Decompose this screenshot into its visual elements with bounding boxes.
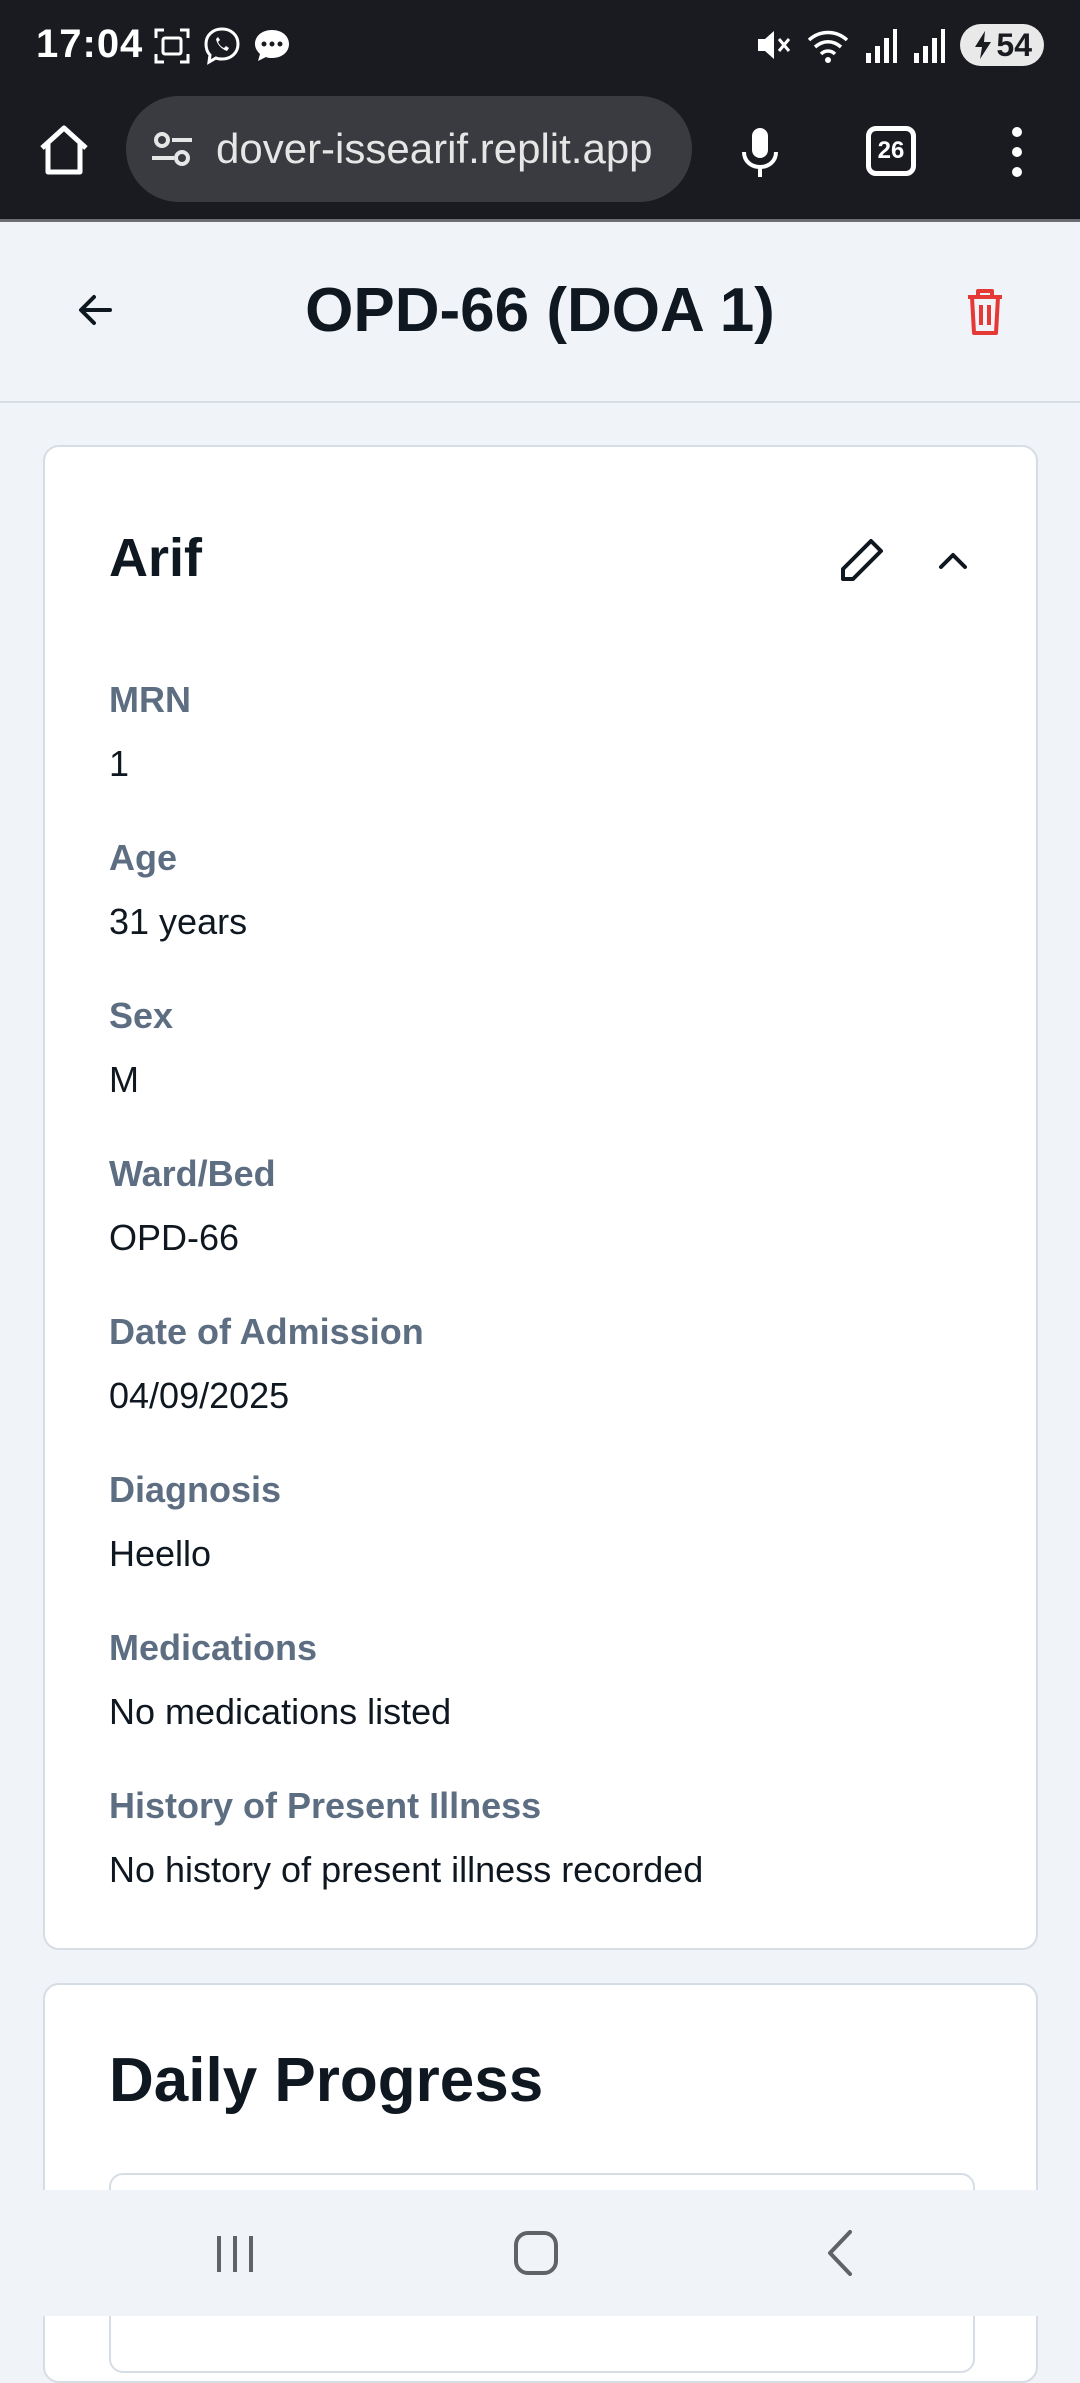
field-label: History of Present Illness [109, 1785, 542, 1826]
signal-icon [866, 29, 898, 63]
url-text: dover-issearif.replit.app [216, 125, 653, 172]
field-value: Heello [109, 1533, 212, 1574]
battery-level: 54 [996, 26, 1032, 63]
back-nav-button[interactable] [810, 2228, 870, 2278]
field-value: M [109, 1059, 139, 1100]
more-vert-icon [1012, 127, 1022, 177]
browser-menu-button[interactable] [1000, 122, 1034, 182]
gallery-notification-icon [152, 26, 192, 66]
address-bar[interactable]: dover-issearif.replit.app [126, 96, 692, 202]
field-label: Ward/Bed [109, 1153, 276, 1194]
charging-bolt-icon [975, 31, 992, 59]
home-nav-icon [514, 2231, 558, 2275]
page-title: OPD-66 (DOA 1) [305, 276, 775, 345]
daily-progress-title: Daily Progress [109, 2046, 544, 2115]
field-value: 31 years [109, 901, 248, 942]
edit-patient-button[interactable] [835, 535, 887, 587]
status-bar: 17:04 54 [0, 0, 1080, 92]
wifi-icon [808, 30, 849, 63]
field-mrn: MRN 1 [109, 679, 191, 785]
back-nav-icon [828, 2230, 852, 2276]
field-value: No history of present illness recorded [109, 1849, 704, 1890]
home-nav-button[interactable] [506, 2228, 566, 2278]
field-medications: Medications No medications listed [109, 1627, 451, 1733]
field-label: MRN [109, 679, 191, 720]
system-status-icons: 54 [754, 24, 1044, 66]
signal-icon-2 [914, 29, 946, 63]
voice-search-button[interactable] [730, 122, 790, 182]
site-settings-icon[interactable] [148, 124, 198, 174]
field-label: Age [109, 837, 178, 878]
field-ward-bed: Ward/Bed OPD-66 [109, 1153, 276, 1259]
field-history-of-present-illness: History of Present Illness No history of… [109, 1785, 703, 1891]
field-value: OPD-66 [109, 1217, 240, 1258]
field-label: Diagnosis [109, 1469, 282, 1510]
battery-indicator: 54 [960, 24, 1044, 66]
chevron-up-icon [939, 553, 967, 569]
status-time: 17:04 [36, 22, 144, 66]
field-value: No medications listed [109, 1691, 452, 1732]
mute-icon [758, 31, 791, 59]
system-nav-bar [0, 2190, 1080, 2316]
trash-icon [968, 289, 1002, 335]
field-value: 04/09/2025 [109, 1375, 290, 1416]
patient-name: Arif [109, 528, 202, 588]
collapse-button[interactable] [931, 539, 975, 583]
daily-progress-card: Daily Progress [43, 1983, 1038, 2383]
field-value: 1 [109, 743, 130, 784]
field-label: Medications [109, 1627, 318, 1668]
tab-switcher-button[interactable]: 26 [866, 126, 916, 176]
recent-apps-button[interactable] [205, 2228, 265, 2278]
field-diagnosis: Diagnosis Heello [109, 1469, 281, 1575]
pencil-icon [841, 539, 883, 581]
field-age: Age 31 years [109, 837, 247, 943]
viber-notification-icon [202, 26, 242, 66]
field-label: Date of Admission [109, 1311, 424, 1352]
field-date-of-admission: Date of Admission 04/09/2025 [109, 1311, 424, 1417]
browser-home-button[interactable] [34, 120, 94, 180]
microphone-icon [742, 128, 778, 177]
field-sex: Sex M [109, 995, 173, 1101]
delete-button[interactable] [960, 285, 1010, 339]
message-notification-icon [252, 26, 292, 66]
notification-icons [152, 26, 292, 66]
recent-apps-icon [217, 2236, 253, 2272]
home-icon [40, 125, 88, 175]
app-header: OPD-66 (DOA 1) [0, 225, 1080, 403]
browser-toolbar: dover-issearif.replit.app 26 [0, 92, 1080, 222]
field-label: Sex [109, 995, 174, 1036]
patient-card: Arif MRN 1 Age 31 years Sex M Ward/Bed O… [43, 445, 1038, 1950]
